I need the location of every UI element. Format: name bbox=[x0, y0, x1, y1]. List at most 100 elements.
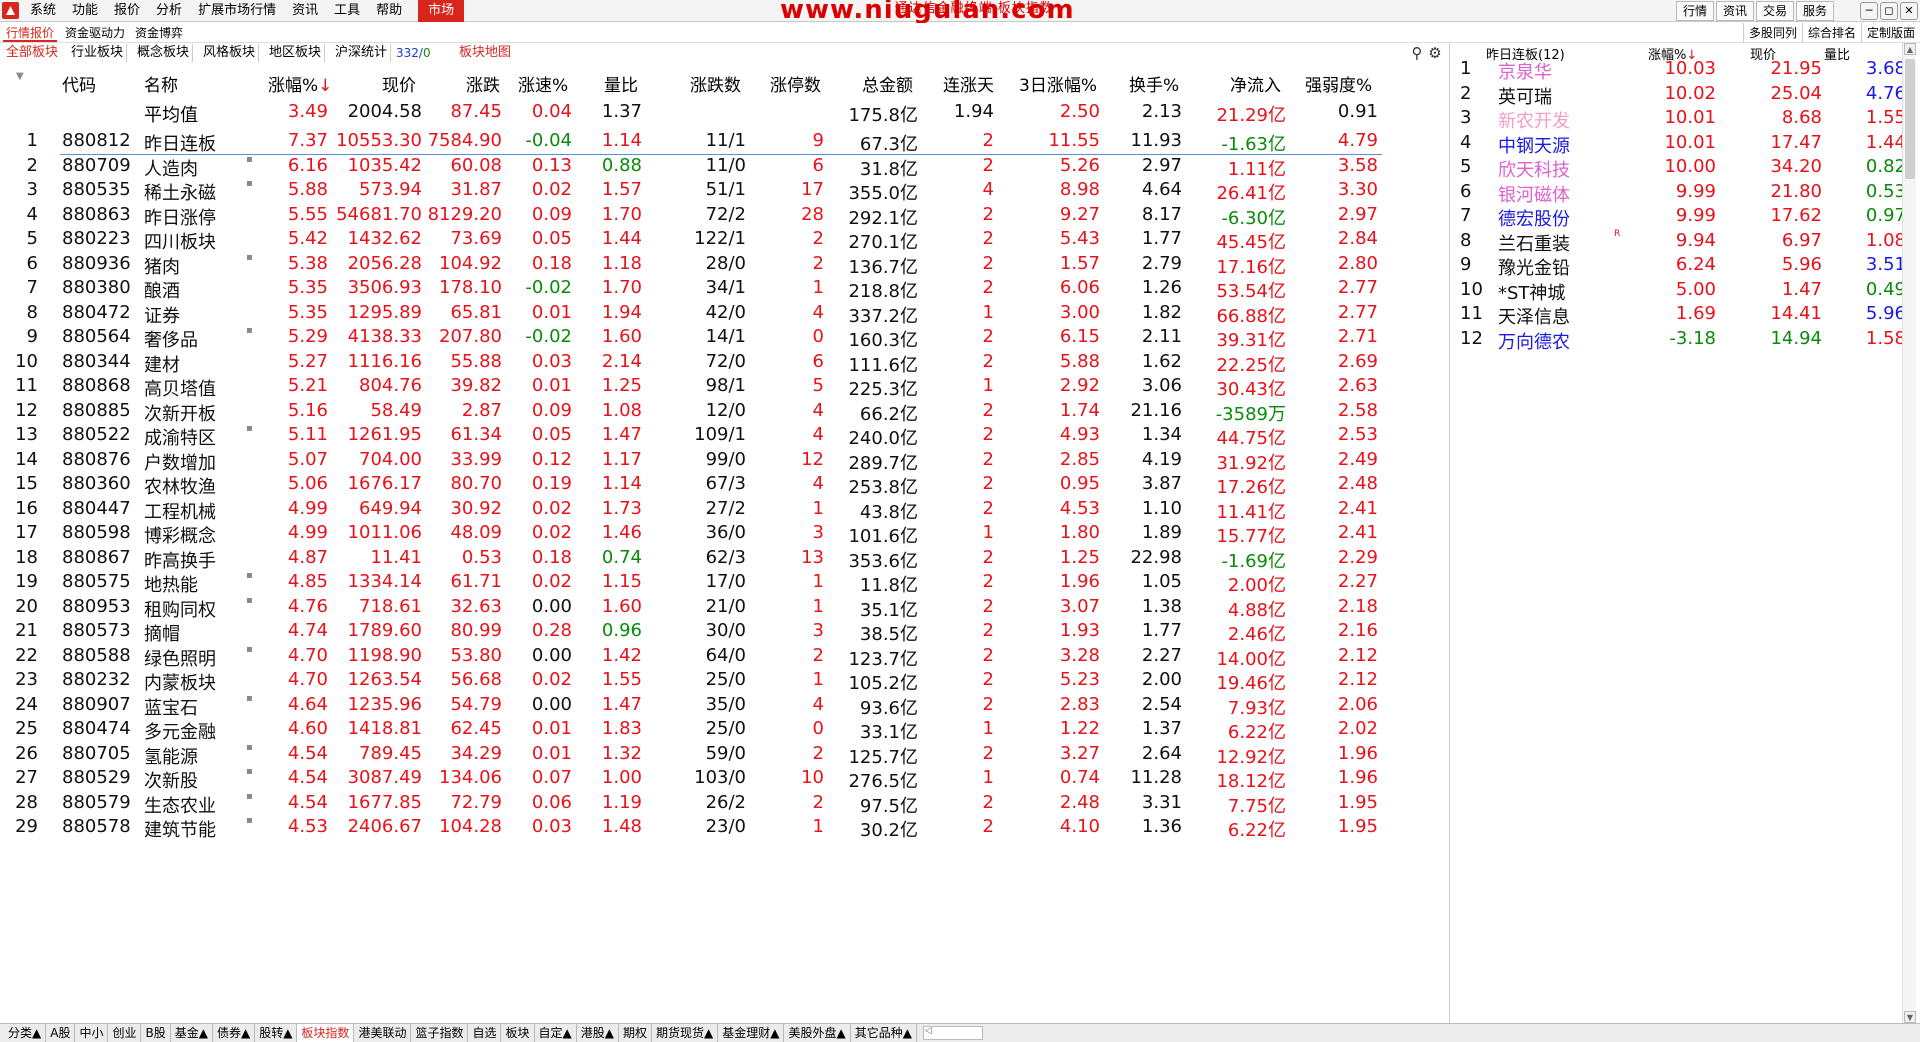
tab-fund-drive[interactable]: 资金驱动力 bbox=[62, 25, 128, 42]
tab-sector-map[interactable]: 板块地图 bbox=[456, 44, 514, 62]
market-tab-3[interactable]: 中小 bbox=[75, 1024, 109, 1042]
col-net-flow[interactable]: 净流入 bbox=[1230, 71, 1281, 96]
market-tab-20[interactable]: 其它品种▲ bbox=[851, 1024, 917, 1042]
scroll-up-icon[interactable]: ▲ bbox=[1904, 43, 1916, 55]
avg-turnover: 2.13 bbox=[1141, 101, 1182, 122]
market-tab-11[interactable]: 篮子指数 bbox=[411, 1024, 469, 1042]
col-code[interactable]: 代码 bbox=[62, 71, 96, 96]
market-tab-12[interactable]: 自选 bbox=[468, 1024, 502, 1042]
top-button-1[interactable]: 行情 bbox=[1675, 1, 1714, 21]
row-price: 1432.62 bbox=[347, 228, 422, 249]
menu-item-4[interactable]: 分析 bbox=[148, 0, 190, 22]
col-turnover[interactable]: 换手% bbox=[1129, 71, 1179, 96]
row-diff: 62.45 bbox=[450, 718, 502, 739]
col-limit-up[interactable]: 涨停数 bbox=[770, 71, 821, 96]
row-price: 1677.85 bbox=[347, 791, 422, 813]
menu-item-5[interactable]: 扩展市场行情 bbox=[190, 0, 284, 22]
row-strength: 2.41 bbox=[1337, 497, 1378, 519]
stock-price: 6.97 bbox=[1781, 229, 1822, 251]
stock-row[interactable]: 12 万向德农 -3.18 14.94 1.58 bbox=[1450, 325, 1906, 355]
row-up-down: 23/0 bbox=[705, 816, 746, 837]
market-tab-18[interactable]: 基金理财▲ bbox=[718, 1024, 785, 1042]
sort-dropdown-icon[interactable]: ▼ bbox=[16, 71, 24, 82]
col-chg[interactable]: 涨幅%↓ bbox=[268, 71, 332, 96]
menu-item-6[interactable]: 资讯 bbox=[284, 0, 326, 22]
top-button-2[interactable]: 资讯 bbox=[1715, 1, 1754, 21]
col-vol-ratio[interactable]: 量比 bbox=[604, 71, 638, 96]
menu-item-7[interactable]: 工具 bbox=[326, 0, 368, 22]
row-price: 1235.96 bbox=[347, 693, 422, 715]
market-tab-7[interactable]: 债券▲ bbox=[213, 1024, 256, 1042]
menu-item-8[interactable]: 帮助 bbox=[368, 0, 410, 22]
col-strength[interactable]: 强弱度% bbox=[1305, 71, 1372, 96]
tab-quote[interactable]: 行情报价 bbox=[3, 25, 58, 42]
col-price[interactable]: 现价 bbox=[382, 71, 416, 96]
col-streak[interactable]: 连涨天 bbox=[943, 71, 994, 96]
vertical-scrollbar[interactable]: ▲ ▼ bbox=[1902, 43, 1916, 1023]
row-price: 10553.30 bbox=[336, 130, 422, 151]
row-limit-up: 1 bbox=[812, 816, 824, 837]
row-diff: 7584.90 bbox=[427, 130, 502, 151]
scroll-thumb[interactable] bbox=[1905, 59, 1915, 179]
row-turnover: 4.64 bbox=[1141, 179, 1182, 200]
search-icon[interactable]: ⚲ bbox=[1408, 44, 1426, 62]
scroll-down-icon[interactable]: ▼ bbox=[1904, 1011, 1916, 1023]
market-tab-6[interactable]: 基金▲ bbox=[171, 1024, 213, 1042]
minimize-icon[interactable]: ─ bbox=[1860, 2, 1878, 20]
row-3day: 1.96 bbox=[1059, 571, 1100, 592]
stock-vol-ratio: 0.82 bbox=[1865, 156, 1906, 177]
menu-item-3[interactable]: 报价 bbox=[106, 0, 148, 22]
table-row[interactable]: 29 880578 建筑节能 ▪ 4.53 2406.67 104.28 0.03 1.48 23… bbox=[0, 812, 1450, 842]
stock-vol-ratio: 5.96 bbox=[1865, 303, 1906, 324]
col-name[interactable]: 名称 bbox=[144, 71, 178, 96]
market-tab-5[interactable]: B股 bbox=[141, 1024, 171, 1042]
market-tab-10[interactable]: 港美联动 bbox=[354, 1024, 412, 1042]
tab-all-sectors[interactable]: 全部板块 bbox=[3, 44, 61, 62]
market-tab-9[interactable]: 板块指数 bbox=[297, 1024, 355, 1042]
gear-icon[interactable]: ⚙ bbox=[1426, 44, 1444, 62]
menu-item-9[interactable]: 市场 bbox=[418, 0, 465, 22]
market-tab-1[interactable]: 分类▲ bbox=[4, 1024, 47, 1042]
top-button-4[interactable]: 服务 bbox=[1795, 1, 1834, 21]
row-flag-icon: ▪ bbox=[246, 251, 253, 263]
market-tab-2[interactable]: A股 bbox=[46, 1024, 76, 1042]
tab-region[interactable]: 地区板块 bbox=[266, 44, 326, 62]
row-index: 27 bbox=[15, 767, 38, 788]
row-turnover: 1.10 bbox=[1141, 497, 1182, 519]
top-button-3[interactable]: 交易 bbox=[1755, 1, 1794, 21]
tab-concept[interactable]: 概念板块 bbox=[134, 44, 194, 62]
tab-stats[interactable]: 沪深统计 bbox=[332, 44, 392, 62]
col-speed[interactable]: 涨速% bbox=[518, 71, 568, 96]
ranking-button[interactable]: 综合排名 bbox=[1801, 23, 1861, 43]
menu-item-2[interactable]: 功能 bbox=[64, 0, 106, 22]
market-tab-17[interactable]: 期货现货▲ bbox=[652, 1024, 719, 1042]
market-tab-15[interactable]: 港股▲ bbox=[577, 1024, 619, 1042]
close-icon[interactable]: ✕ bbox=[1900, 2, 1918, 20]
market-tab-16[interactable]: 期权 bbox=[619, 1024, 652, 1042]
row-speed: 0.03 bbox=[531, 816, 572, 837]
market-tab-13[interactable]: 板块 bbox=[501, 1024, 535, 1042]
row-turnover: 1.37 bbox=[1141, 718, 1182, 739]
maximize-icon[interactable]: ◻ bbox=[1880, 2, 1898, 20]
col-3day[interactable]: 3日涨幅% bbox=[1019, 71, 1097, 96]
row-turnover: 8.17 bbox=[1141, 203, 1182, 225]
row-speed: -0.02 bbox=[525, 277, 572, 298]
col-amount[interactable]: 总金额 bbox=[862, 71, 913, 96]
col-up-down[interactable]: 涨跌数 bbox=[690, 71, 741, 96]
tab-fund-game[interactable]: 资金博弈 bbox=[132, 25, 186, 42]
row-3day: 1.25 bbox=[1059, 546, 1100, 568]
menu-item-1[interactable]: 系统 bbox=[22, 0, 64, 22]
row-strength: 2.84 bbox=[1337, 228, 1378, 249]
row-diff: 31.87 bbox=[450, 179, 502, 200]
multi-stock-button[interactable]: 多股同列 bbox=[1742, 23, 1802, 43]
market-tab-4[interactable]: 创业 bbox=[108, 1024, 142, 1042]
tab-style[interactable]: 风格板块 bbox=[200, 44, 260, 62]
market-tab-19[interactable]: 美股外盘▲ bbox=[784, 1024, 851, 1042]
tab-industry[interactable]: 行业板块 bbox=[68, 44, 128, 62]
col-diff[interactable]: 涨跌 bbox=[466, 71, 500, 96]
market-tab-14[interactable]: 自定▲ bbox=[535, 1024, 577, 1042]
horizontal-scrollbar[interactable] bbox=[922, 1026, 983, 1040]
custom-layout-button[interactable]: 定制版面 bbox=[1860, 23, 1920, 43]
stock-vol-ratio: 1.08 bbox=[1865, 229, 1906, 251]
market-tab-8[interactable]: 股转▲ bbox=[255, 1024, 298, 1042]
